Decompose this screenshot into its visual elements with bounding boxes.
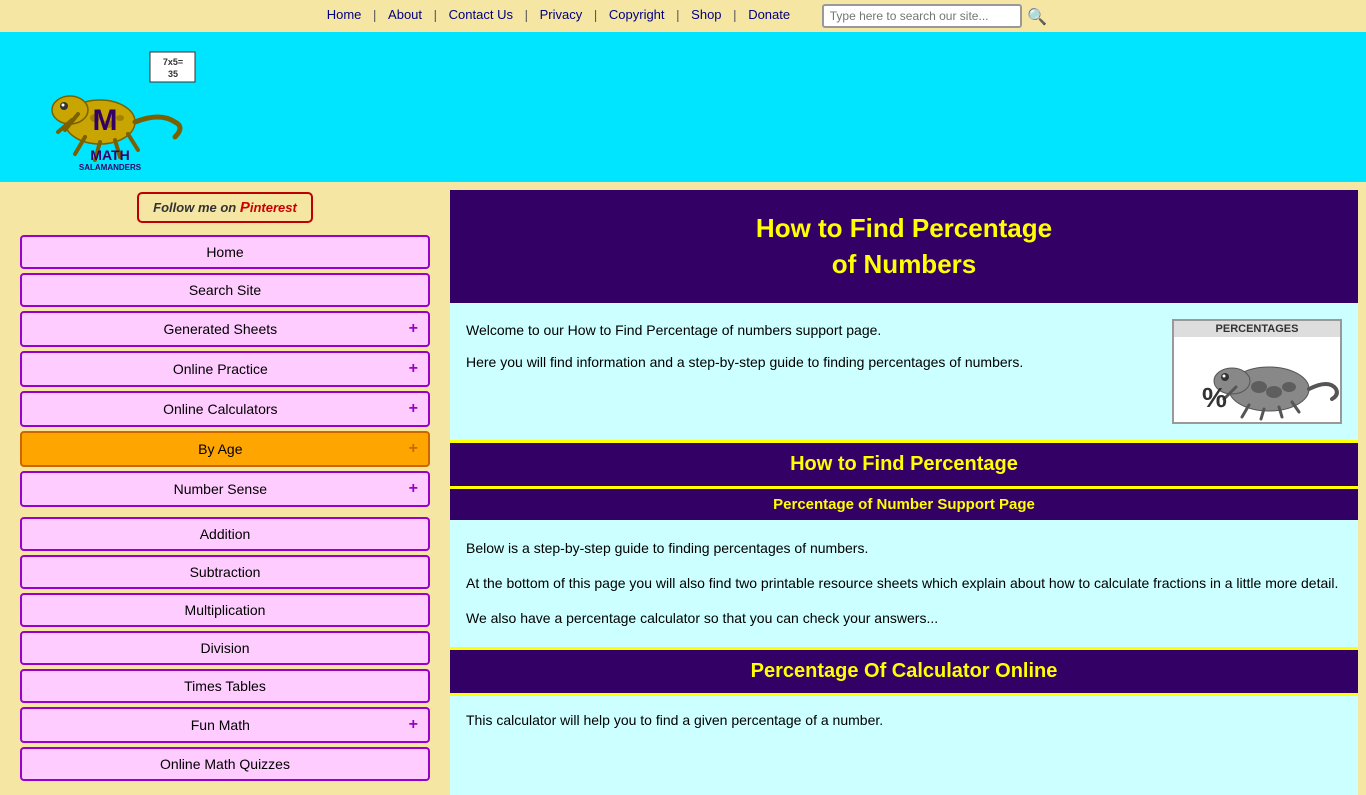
sidebar-item-subtraction[interactable]: Subtraction xyxy=(20,555,430,589)
image-label: PERCENTAGES xyxy=(1174,321,1340,337)
sidebar-item-generated-sheets[interactable]: Generated Sheets + xyxy=(20,311,430,347)
pinterest-label: Follow me on xyxy=(153,200,240,215)
step-paragraph-3: We also have a percentage calculator so … xyxy=(466,606,1342,631)
search-container: 🔍 xyxy=(822,4,1048,28)
main-content: How to Find Percentage of Numbers Welcom… xyxy=(450,190,1358,795)
page-title-box: How to Find Percentage of Numbers xyxy=(450,190,1358,303)
sidebar-item-online-practice[interactable]: Online Practice + xyxy=(20,351,430,387)
plus-icon: + xyxy=(409,716,418,734)
sidebar-item-search-site[interactable]: Search Site xyxy=(20,273,430,307)
plus-icon: + xyxy=(409,320,418,338)
calc-paragraph-1: This calculator will help you to find a … xyxy=(466,712,1342,728)
calculator-section: This calculator will help you to find a … xyxy=(450,696,1358,744)
sidebar: Follow me on Pinterest Home Search Site … xyxy=(0,182,450,795)
sidebar-item-number-sense[interactable]: Number Sense + xyxy=(20,471,430,507)
intro-section: Welcome to our How to Find Percentage of… xyxy=(450,303,1358,440)
nav-link-donate[interactable]: Donate xyxy=(748,7,790,22)
svg-text:SALAMANDERS: SALAMANDERS xyxy=(79,163,142,172)
page-title-line2: of Numbers xyxy=(470,246,1338,282)
plus-icon: + xyxy=(409,400,418,418)
sidebar-item-fun-math[interactable]: Fun Math + xyxy=(20,707,430,743)
step-paragraph-2: At the bottom of this page you will also… xyxy=(466,571,1342,596)
sidebar-item-multiplication[interactable]: Multiplication xyxy=(20,593,430,627)
sidebar-item-home[interactable]: Home xyxy=(20,235,430,269)
intro-paragraph-1: Welcome to our How to Find Percentage of… xyxy=(466,319,1156,341)
sidebar-item-online-math-quizzes[interactable]: Online Math Quizzes xyxy=(20,747,430,781)
intro-text: Welcome to our How to Find Percentage of… xyxy=(466,319,1156,424)
sidebar-item-times-tables[interactable]: Times Tables xyxy=(20,669,430,703)
svg-text:%: % xyxy=(1202,382,1227,413)
sub-section-header: Percentage of Number Support Page xyxy=(450,489,1358,520)
pinterest-follow-button[interactable]: Follow me on Pinterest xyxy=(137,192,313,223)
nav-link-home[interactable]: Home xyxy=(327,7,362,22)
svg-text:MATH: MATH xyxy=(90,147,129,163)
how-to-section: Below is a step-by-step guide to finding… xyxy=(450,520,1358,648)
top-navigation: Home | About | Contact Us | Privacy | Co… xyxy=(0,0,1366,32)
sidebar-item-online-calculators[interactable]: Online Calculators + xyxy=(20,391,430,427)
plus-icon: + xyxy=(409,440,418,458)
nav-separator: | xyxy=(525,7,528,22)
nav-separator: | xyxy=(594,7,597,22)
section1-header: How to Find Percentage xyxy=(450,440,1358,489)
nav-link-shop[interactable]: Shop xyxy=(691,7,721,22)
main-wrapper: Follow me on Pinterest Home Search Site … xyxy=(0,182,1366,795)
sidebar-item-by-age[interactable]: By Age + xyxy=(20,431,430,467)
nav-link-contact[interactable]: Contact Us xyxy=(449,7,513,22)
calculator-section-header: Percentage Of Calculator Online xyxy=(450,647,1358,696)
intro-paragraph-2: Here you will find information and a ste… xyxy=(466,351,1156,373)
svg-text:35: 35 xyxy=(168,69,178,79)
svg-text:7x5=: 7x5= xyxy=(163,57,183,67)
svg-text:M: M xyxy=(93,104,118,137)
site-header: 7x5= 35 M MATH xyxy=(0,32,1366,182)
search-input[interactable] xyxy=(822,4,1022,28)
nav-separator: | xyxy=(733,7,736,22)
nav-separator: | xyxy=(373,7,376,22)
nav-link-copyright[interactable]: Copyright xyxy=(609,7,665,22)
percentages-image: PERCENTAGES xyxy=(1172,319,1342,424)
logo-area: 7x5= 35 M MATH xyxy=(20,42,200,172)
nav-separator: | xyxy=(434,7,437,22)
plus-icon: + xyxy=(409,480,418,498)
step-paragraph-1: Below is a step-by-step guide to finding… xyxy=(466,536,1342,561)
nav-link-about[interactable]: About xyxy=(388,7,422,22)
sidebar-item-addition[interactable]: Addition xyxy=(20,517,430,551)
nav-link-privacy[interactable]: Privacy xyxy=(540,7,583,22)
plus-icon: + xyxy=(409,360,418,378)
page-title-line1: How to Find Percentage xyxy=(470,210,1338,246)
search-button[interactable]: 🔍 xyxy=(1027,7,1047,27)
logo-image: 7x5= 35 M MATH xyxy=(20,42,200,172)
nav-separator: | xyxy=(676,7,679,22)
percentages-graphic: % xyxy=(1174,337,1340,422)
sidebar-item-division[interactable]: Division xyxy=(20,631,430,665)
